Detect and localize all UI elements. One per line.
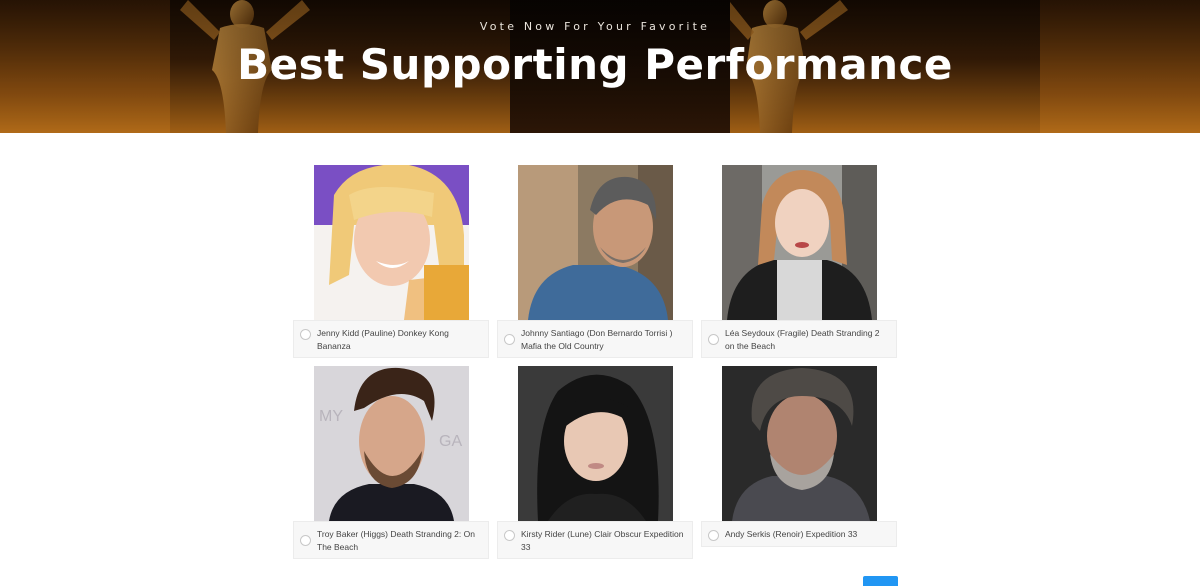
radio-button[interactable] — [300, 329, 311, 340]
nominee-photo — [722, 366, 877, 521]
nominee-photo — [518, 165, 673, 320]
nominee-option[interactable]: Léa Seydoux (Fragile) Death Stranding 2 … — [701, 320, 897, 358]
bearded-man-portrait-icon: MY GA — [314, 366, 469, 521]
nominee-photo — [314, 165, 469, 320]
nominee-label: Kirsty Rider (Lune) Clair Obscur Expedit… — [521, 529, 684, 552]
nominee-card: MY GA Troy Baker (Higgs) Death Stranding… — [293, 366, 489, 559]
nominee-card: Jenny Kidd (Pauline) Donkey Kong Bananza — [293, 165, 489, 358]
nominee-card: Johnny Santiago (Don Bernardo Torrisi ) … — [497, 165, 693, 358]
nominee-photo — [518, 366, 673, 521]
radio-button[interactable] — [300, 535, 311, 546]
radio-button[interactable] — [504, 334, 515, 345]
hero-subtitle: Vote Now For Your Favorite — [479, 20, 711, 33]
radio-button[interactable] — [504, 530, 515, 541]
nominee-card: Léa Seydoux (Fragile) Death Stranding 2 … — [701, 165, 897, 358]
nominee-label: Léa Seydoux (Fragile) Death Stranding 2 … — [725, 328, 880, 351]
dark-haired-woman-portrait-icon — [518, 366, 673, 521]
radio-button[interactable] — [708, 530, 719, 541]
nominee-photo: MY GA — [314, 366, 469, 521]
page-title: Best Supporting Performance — [237, 40, 953, 89]
svg-text:GA: GA — [439, 433, 462, 450]
nominee-label: Jenny Kidd (Pauline) Donkey Kong Bananza — [317, 328, 449, 351]
nominee-label: Troy Baker (Higgs) Death Stranding 2: On… — [317, 529, 475, 552]
hero-banner: Vote Now For Your Favorite Best Supporti… — [0, 0, 1200, 133]
radio-button[interactable] — [708, 334, 719, 345]
nominee-option[interactable]: Johnny Santiago (Don Bernardo Torrisi ) … — [497, 320, 693, 358]
svg-text:MY: MY — [319, 408, 343, 425]
nominee-label: Johnny Santiago (Don Bernardo Torrisi ) … — [521, 328, 673, 351]
next-button[interactable] — [863, 576, 898, 586]
redhead-woman-portrait-icon — [722, 165, 877, 320]
grey-haired-man-portrait-icon — [518, 165, 673, 320]
nominee-photo — [722, 165, 877, 320]
nominee-option[interactable]: Jenny Kidd (Pauline) Donkey Kong Bananza — [293, 320, 489, 358]
nominee-option[interactable]: Troy Baker (Higgs) Death Stranding 2: On… — [293, 521, 489, 559]
blonde-woman-portrait-icon — [314, 165, 469, 320]
nominee-grid: Jenny Kidd (Pauline) Donkey Kong Bananza… — [293, 165, 913, 559]
nominee-card: Kirsty Rider (Lune) Clair Obscur Expedit… — [497, 366, 693, 559]
nominee-label: Andy Serkis (Renoir) Expedition 33 — [725, 529, 858, 539]
nominee-option[interactable]: Andy Serkis (Renoir) Expedition 33 — [701, 521, 897, 547]
curly-grey-man-portrait-icon — [722, 366, 877, 521]
nominee-option[interactable]: Kirsty Rider (Lune) Clair Obscur Expedit… — [497, 521, 693, 559]
nominee-card: Andy Serkis (Renoir) Expedition 33 — [701, 366, 897, 559]
